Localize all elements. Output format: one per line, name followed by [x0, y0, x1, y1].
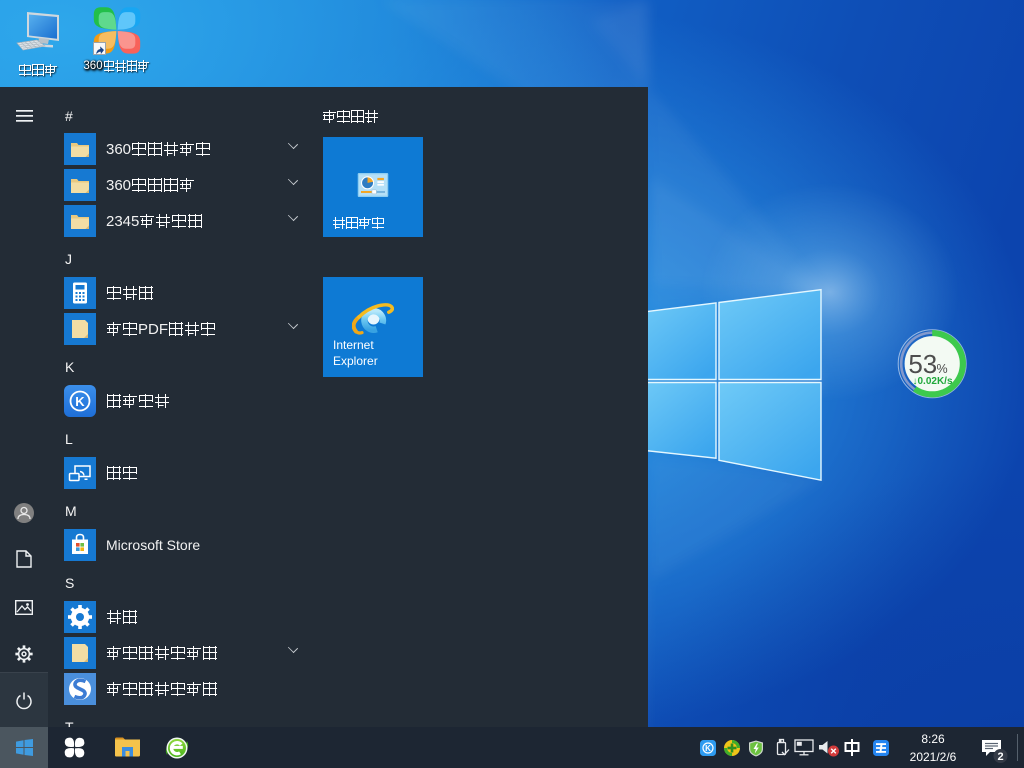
svg-text:K: K	[705, 744, 711, 753]
svg-text:↓0.02K/s: ↓0.02K/s	[912, 376, 952, 387]
svg-text:K: K	[75, 394, 85, 409]
svg-text:%: %	[937, 362, 948, 376]
svg-text:53: 53	[908, 349, 937, 379]
svg-text:2: 2	[997, 751, 1003, 763]
